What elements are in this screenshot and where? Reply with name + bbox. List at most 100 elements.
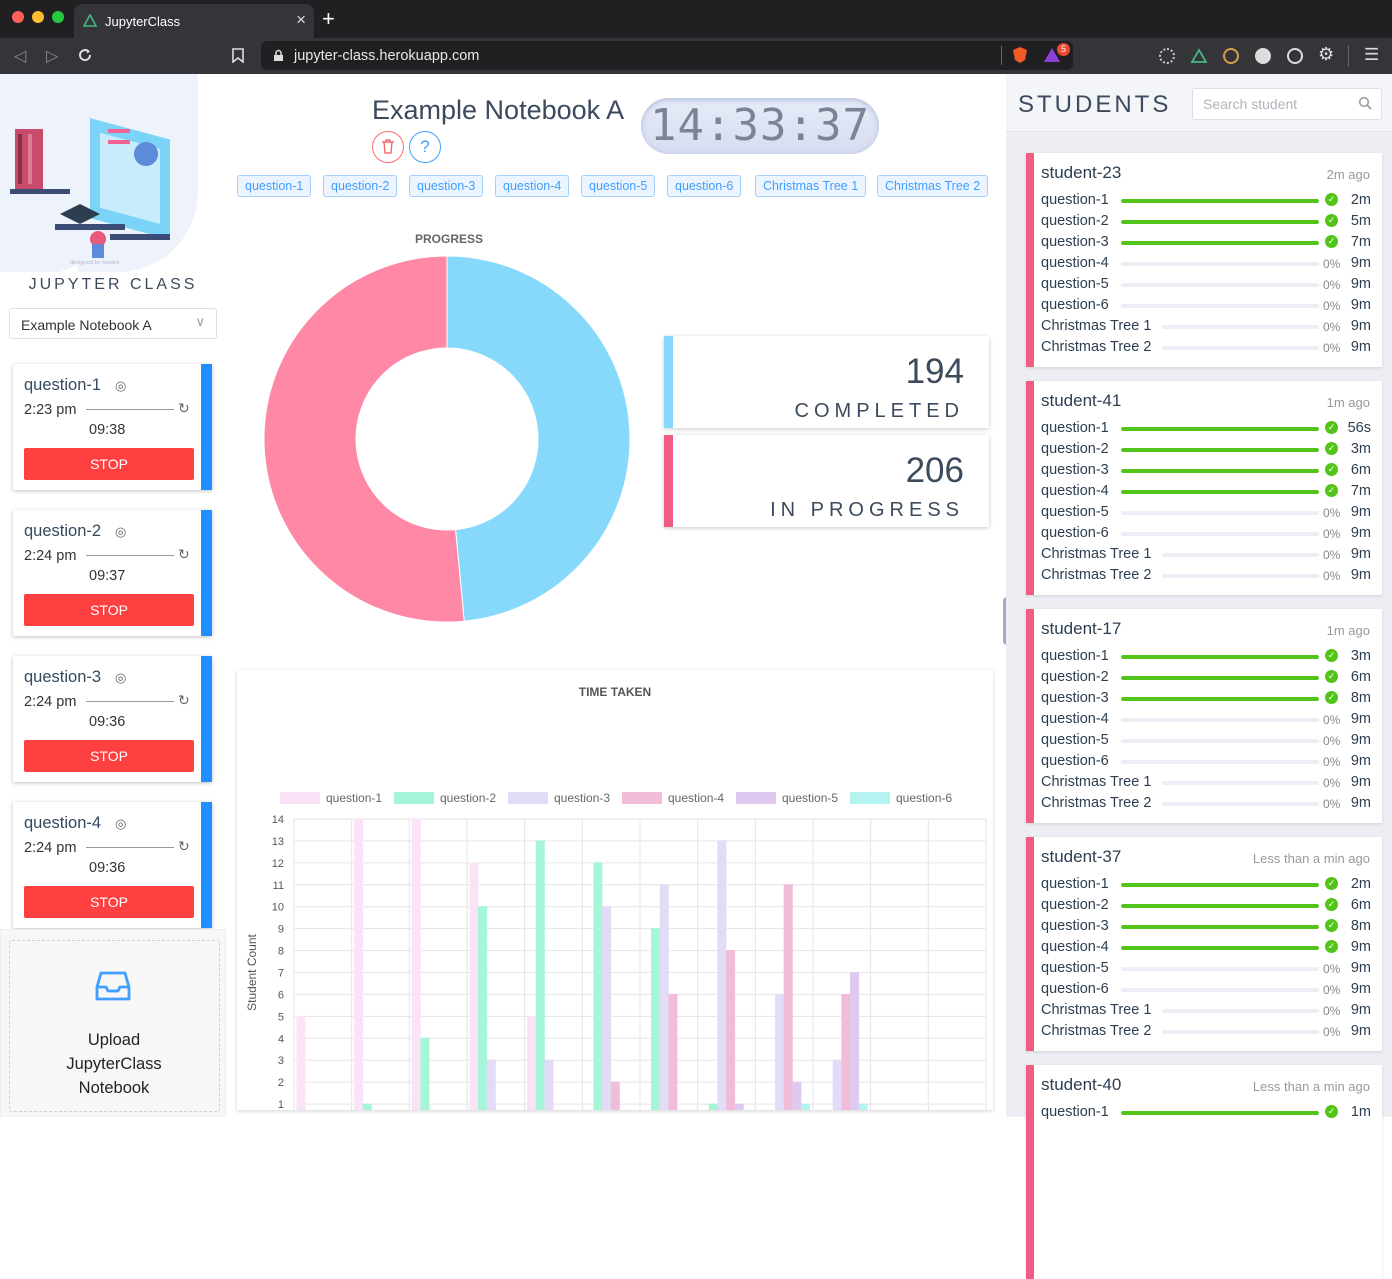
bar-question-5[interactable] bbox=[849, 972, 860, 1111]
eye-slash-icon[interactable]: ◎ bbox=[115, 670, 126, 686]
tag-question-4[interactable]: question-4 bbox=[495, 175, 570, 197]
bar-question-4[interactable] bbox=[783, 884, 793, 1110]
tag-christmas-tree-1[interactable]: Christmas Tree 1 bbox=[755, 175, 867, 197]
delete-button[interactable] bbox=[372, 131, 404, 163]
refresh-icon[interactable]: ↻ bbox=[178, 692, 190, 709]
bar-question-6[interactable] bbox=[800, 1103, 811, 1110]
legend-item-question-5[interactable]: question-5 bbox=[736, 791, 838, 805]
legend-item-question-1[interactable]: question-1 bbox=[280, 791, 382, 805]
bar-question-4[interactable] bbox=[841, 993, 851, 1110]
bar-question-1[interactable] bbox=[469, 862, 479, 1110]
back-icon[interactable]: ◁ bbox=[14, 46, 26, 66]
student-card[interactable]: student-23 2m ago question-1 ✓ 2m question-2 ✓… bbox=[1026, 153, 1382, 367]
progress-track bbox=[1121, 925, 1319, 929]
eye-slash-icon[interactable]: ◎ bbox=[115, 816, 126, 832]
react-devtools-icon[interactable] bbox=[1159, 48, 1175, 64]
refresh-icon[interactable]: ↻ bbox=[178, 400, 190, 417]
bar-question-3[interactable] bbox=[602, 906, 612, 1110]
bar-question-6[interactable] bbox=[858, 1103, 868, 1110]
bar-question-2[interactable] bbox=[362, 1103, 372, 1110]
refresh-icon[interactable]: ↻ bbox=[178, 838, 190, 855]
bar-question-4[interactable] bbox=[668, 993, 678, 1110]
in-progress-slice[interactable] bbox=[263, 255, 465, 623]
legend-item-question-2[interactable]: question-2 bbox=[394, 791, 496, 805]
forward-icon[interactable]: ▷ bbox=[46, 46, 58, 66]
bar-question-2[interactable] bbox=[478, 906, 488, 1110]
bar-question-4[interactable] bbox=[726, 950, 736, 1110]
progress-percent: 0% bbox=[1323, 734, 1341, 748]
bar-question-1[interactable] bbox=[296, 1015, 306, 1110]
stop-button[interactable]: STOP bbox=[24, 886, 194, 918]
tag-question-2[interactable]: question-2 bbox=[323, 175, 398, 197]
bar-question-5[interactable] bbox=[792, 1081, 802, 1110]
progress-track bbox=[1162, 553, 1319, 557]
student-card[interactable]: student-40 Less than a min ago question-1 ✓… bbox=[1026, 1065, 1382, 1279]
tag-question-6[interactable]: question-6 bbox=[667, 175, 742, 197]
bookmark-icon[interactable] bbox=[232, 48, 244, 63]
circle-extension-icon[interactable] bbox=[1255, 48, 1271, 64]
bar-question-3[interactable] bbox=[544, 1059, 554, 1110]
close-tab-icon[interactable]: × bbox=[296, 10, 306, 30]
question-label: question-6 bbox=[1041, 981, 1109, 997]
tag-question-3[interactable]: question-3 bbox=[409, 175, 484, 197]
new-tab-button[interactable]: + bbox=[322, 6, 335, 32]
student-card[interactable]: student-17 1m ago question-1 ✓ 3m question-2 ✓… bbox=[1026, 609, 1382, 823]
bar-question-3[interactable] bbox=[775, 993, 785, 1110]
vue-devtools-icon[interactable] bbox=[1190, 48, 1208, 64]
question-time: 8m bbox=[1350, 690, 1371, 706]
bar-question-3[interactable] bbox=[717, 840, 727, 1110]
in-progress-count: 206 bbox=[905, 451, 964, 490]
bar-question-2[interactable] bbox=[535, 840, 545, 1110]
student-question-row: question-1 ✓ 2m bbox=[1041, 874, 1371, 895]
target-extension-icon[interactable] bbox=[1287, 48, 1303, 64]
bar-question-2[interactable] bbox=[420, 1037, 430, 1110]
stop-button[interactable]: STOP bbox=[24, 740, 194, 772]
tag-question-1[interactable]: question-1 bbox=[237, 175, 312, 197]
tag-question-5[interactable]: question-5 bbox=[581, 175, 656, 197]
eye-slash-icon[interactable]: ◎ bbox=[115, 378, 126, 394]
owl-extension-icon[interactable] bbox=[1223, 48, 1239, 64]
stop-button[interactable]: STOP bbox=[24, 448, 194, 480]
bar-question-1[interactable] bbox=[527, 1015, 537, 1110]
bar-question-3[interactable] bbox=[832, 1059, 842, 1110]
reload-icon[interactable] bbox=[77, 47, 93, 63]
eye-slash-icon[interactable]: ◎ bbox=[115, 524, 126, 540]
student-question-row: question-3 ✓ 8m bbox=[1041, 688, 1371, 709]
y-tick-label: 11 bbox=[273, 880, 284, 892]
minimize-window-button[interactable] bbox=[32, 11, 44, 23]
browser-menu-icon[interactable]: ☰ bbox=[1364, 45, 1379, 65]
bar-question-1[interactable] bbox=[354, 818, 364, 1110]
bar-question-2[interactable] bbox=[593, 862, 603, 1110]
upload-dropzone[interactable]: Upload JupyterClass Notebook bbox=[0, 929, 226, 1117]
bar-question-3[interactable] bbox=[486, 1059, 496, 1110]
notebook-select[interactable]: Example Notebook A ∨ bbox=[9, 308, 217, 339]
progress-fill bbox=[1121, 427, 1319, 431]
y-tick-label: 4 bbox=[278, 1033, 284, 1045]
stop-button[interactable]: STOP bbox=[24, 594, 194, 626]
question-card-name: question-4 bbox=[24, 814, 102, 832]
bar-question-4[interactable] bbox=[610, 1081, 620, 1110]
zoom-window-button[interactable] bbox=[52, 11, 64, 23]
tag-christmas-tree-2[interactable]: Christmas Tree 2 bbox=[877, 175, 989, 197]
bar-question-3[interactable] bbox=[659, 884, 669, 1110]
legend-item-question-4[interactable]: question-4 bbox=[622, 791, 724, 805]
browser-tab[interactable]: JupyterClass × bbox=[74, 4, 314, 38]
help-button[interactable]: ? bbox=[409, 131, 441, 163]
bar-question-2[interactable] bbox=[708, 1103, 718, 1110]
student-card[interactable]: student-41 1m ago question-1 ✓ 56s question-2… bbox=[1026, 381, 1382, 595]
settings-gear-icon[interactable]: ⚙ bbox=[1318, 44, 1334, 65]
close-window-button[interactable] bbox=[12, 11, 24, 23]
legend-item-question-6[interactable]: question-6 bbox=[850, 791, 952, 805]
search-input[interactable] bbox=[1203, 96, 1353, 112]
bar-question-2[interactable] bbox=[651, 928, 661, 1110]
progress-track bbox=[1121, 676, 1319, 680]
bar-question-1[interactable] bbox=[411, 818, 421, 1110]
completed-slice[interactable] bbox=[446, 255, 631, 622]
address-bar[interactable]: jupyter-class.herokuapp.com 5 bbox=[261, 41, 1073, 70]
refresh-icon[interactable]: ↻ bbox=[178, 546, 190, 563]
student-card[interactable]: student-37 Less than a min ago question-1 ✓… bbox=[1026, 837, 1382, 1051]
bar-question-5[interactable] bbox=[734, 1103, 744, 1110]
legend-item-question-3[interactable]: question-3 bbox=[508, 791, 610, 805]
brave-shield-icon[interactable] bbox=[1012, 46, 1028, 64]
student-search[interactable] bbox=[1192, 88, 1382, 120]
